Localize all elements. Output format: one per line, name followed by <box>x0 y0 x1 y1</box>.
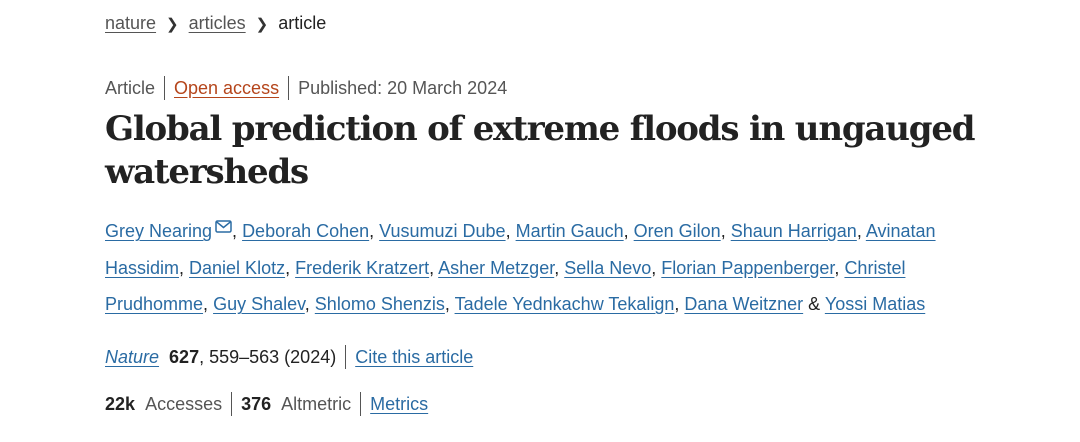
author-separator: , <box>651 257 662 278</box>
chevron-right-icon: ❯ <box>166 16 179 33</box>
open-access-link[interactable]: Open access <box>174 78 279 98</box>
author-link[interactable]: Shlomo Shenzis <box>315 294 445 314</box>
breadcrumb-link-articles[interactable]: articles <box>189 13 246 33</box>
journal-link[interactable]: Nature <box>105 347 159 367</box>
article-title: Global prediction of extreme floods in u… <box>105 109 976 192</box>
author-separator: , <box>444 294 455 314</box>
pages-year: , 559–563 (2024) <box>199 347 337 367</box>
mail-icon[interactable] <box>215 220 232 233</box>
divider <box>164 76 166 100</box>
author-link[interactable]: Florian Pappenberger <box>661 258 834 278</box>
chevron-right-icon: ❯ <box>255 16 269 33</box>
volume: 627 <box>169 347 200 367</box>
author-link[interactable]: Yossi Matias <box>825 294 925 314</box>
author-link[interactable]: Deborah Cohen <box>242 221 369 241</box>
altmetric-label: Altmetric <box>281 394 352 414</box>
author-separator: , <box>369 221 380 241</box>
author-link[interactable]: Martin Gauch <box>516 221 624 241</box>
divider <box>345 345 347 369</box>
author-separator: , <box>674 294 685 314</box>
breadcrumb-link-nature[interactable]: nature <box>105 13 156 33</box>
author-link[interactable]: Sella Nevo <box>564 258 651 278</box>
metrics-link[interactable]: Metrics <box>370 394 428 414</box>
cite-this-article-link[interactable]: Cite this article <box>355 347 473 367</box>
author-separator: , <box>720 221 731 241</box>
author-list: Grey Nearing, Deborah Cohen, Vusumuzi Du… <box>105 213 985 323</box>
accesses-label: Accesses <box>145 394 223 414</box>
author-separator: , <box>179 257 190 278</box>
author-separator: , <box>554 257 565 278</box>
author-separator: , <box>304 294 315 314</box>
author-link[interactable]: Asher Metzger <box>438 258 554 278</box>
author-separator: , <box>232 221 243 241</box>
author-link[interactable]: Dana Weitzner <box>684 294 803 314</box>
author-link[interactable]: Guy Shalev <box>213 294 305 314</box>
author-link[interactable]: Grey Nearing <box>105 221 212 241</box>
altmetric-count: 376 <box>241 394 272 414</box>
author-link[interactable]: Shaun Harrigan <box>731 221 857 241</box>
divider <box>288 76 290 100</box>
author-separator: , <box>203 294 214 314</box>
author-separator: , <box>834 257 845 278</box>
author-separator: , <box>856 221 866 241</box>
divider <box>231 392 233 416</box>
author-link[interactable]: Frederik Kratzert <box>295 258 429 278</box>
accesses-count: 22k <box>105 394 136 414</box>
author-separator: , <box>285 257 296 278</box>
author-joiner: & <box>803 294 825 314</box>
author-link[interactable]: Oren Gilon <box>634 221 721 241</box>
breadcrumb: nature ❯ articles ❯ article <box>105 10 326 38</box>
divider <box>360 392 362 416</box>
author-link[interactable]: Vusumuzi Dube <box>379 221 505 241</box>
metrics-line: 22k Accesses 376 Altmetric Metrics <box>105 391 428 417</box>
article-meta: Article Open access Published: 20 March 20… <box>105 75 507 101</box>
author-separator: , <box>505 221 516 241</box>
author-link[interactable]: Tadele Yednkachw Tekalign <box>455 294 675 314</box>
article-type: Article <box>105 78 156 98</box>
author-separator: , <box>623 221 634 241</box>
published-date: Published: 20 March 2024 <box>298 78 508 98</box>
author-separator: , <box>429 257 439 278</box>
author-link[interactable]: Daniel Klotz <box>189 258 285 278</box>
breadcrumb-current: article <box>278 13 327 33</box>
citation-line: Nature 627, 559–563 (2024) Cite this arti… <box>105 344 473 370</box>
